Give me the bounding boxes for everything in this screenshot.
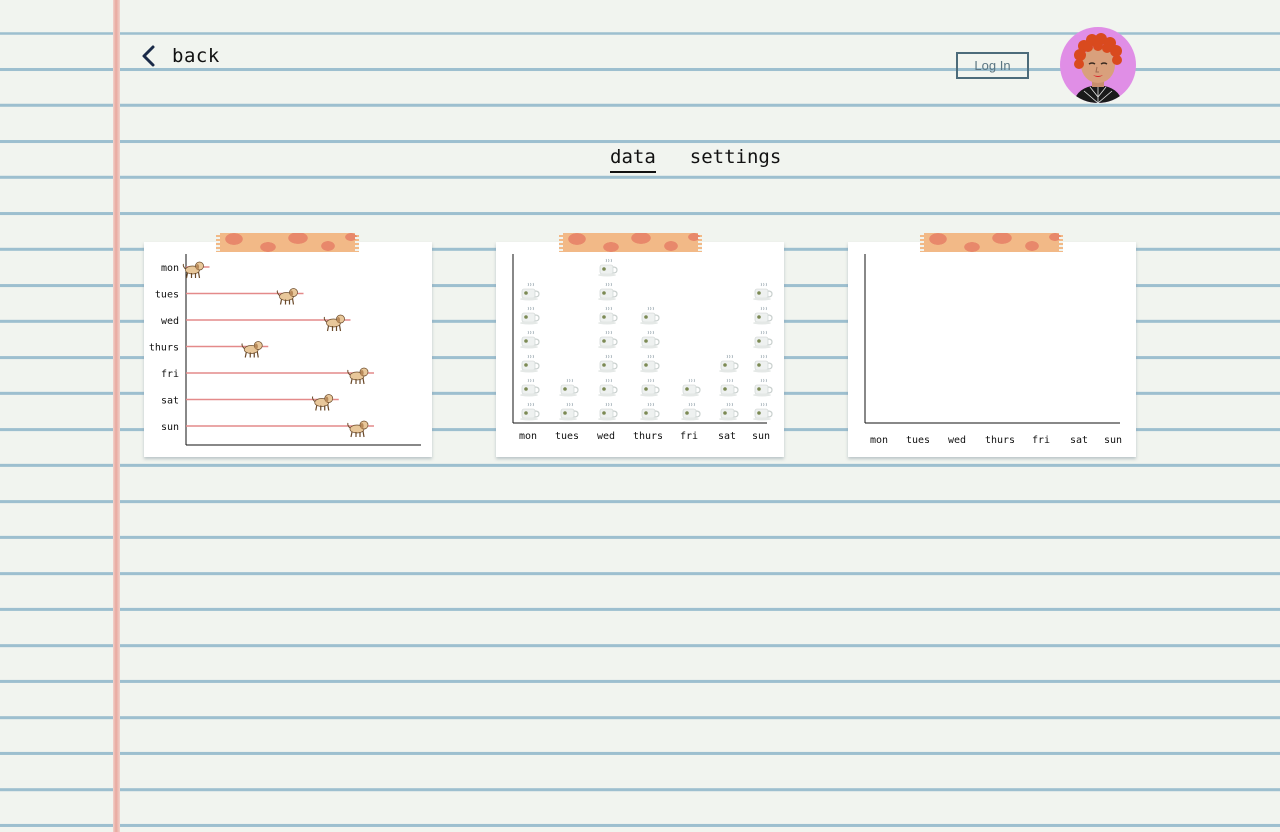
coffee-cup-icon (559, 402, 579, 421)
empty-chart: mon tues wed thurs fri sat sun (864, 254, 1122, 446)
coffee-cup-icon (719, 354, 739, 373)
chevron-left-icon (142, 45, 155, 67)
tick-label-sat: sat (718, 431, 736, 442)
tick-label-thurs: thurs (633, 431, 663, 442)
tick-label-sun: sun (1104, 435, 1122, 446)
coffee-cup-icon (640, 378, 660, 397)
coffee-cup-icon (520, 330, 540, 349)
tick-label-fri: fri (680, 431, 698, 442)
coffee-cup-icon (753, 306, 773, 325)
user-avatar-icon (1060, 27, 1136, 103)
dog-icon (312, 394, 334, 411)
dog-walk-chart-card: mon tues wed thurs fri sat sun (144, 233, 432, 457)
tick-label-tues: tues (155, 290, 179, 301)
coffee-cup-icon (598, 402, 618, 421)
back-label: back (172, 45, 220, 67)
tick-label-wed: wed (161, 316, 179, 327)
coffee-chart: mon tues wed thurs fri sat sun (512, 254, 773, 442)
tick-label-thurs: thurs (149, 343, 179, 354)
coffee-cup-icon (598, 306, 618, 325)
coffee-cup-icon (598, 258, 618, 277)
coffee-cup-icon (681, 378, 701, 397)
coffee-cup-icon (559, 378, 579, 397)
dog-icon (323, 314, 345, 332)
coffee-cup-icon (640, 330, 660, 349)
tick-label-sat: sat (161, 396, 179, 407)
coffee-cup-icon (640, 354, 660, 373)
tick-label-mon: mon (870, 435, 888, 446)
coffee-cup-icon (598, 378, 618, 397)
coffee-cup-icon (520, 378, 540, 397)
coffee-cup-icon (640, 402, 660, 421)
tick-label-sun: sun (161, 422, 179, 433)
login-button[interactable]: Log In (956, 52, 1029, 79)
tab-data[interactable]: data (610, 146, 656, 173)
coffee-cup-icon (719, 402, 739, 421)
dog-icon (241, 341, 263, 358)
dog-icon (276, 288, 298, 305)
coffee-cup-icon (681, 402, 701, 421)
dog-walk-chart: mon tues wed thurs fri sat sun (149, 254, 421, 446)
coffee-cup-icon (753, 330, 773, 349)
tick-label-fri: fri (1032, 435, 1050, 446)
dog-icon (347, 420, 369, 438)
coffee-cup-icon (520, 354, 540, 373)
coffee-cup-icon (753, 378, 773, 397)
coffee-cup-icon (520, 402, 540, 421)
tick-label-tues: tues (555, 431, 579, 442)
tick-label-wed: wed (948, 435, 966, 446)
empty-chart-card: mon tues wed thurs fri sat sun (848, 233, 1136, 457)
tick-label-fri: fri (161, 369, 179, 380)
dog-icon (347, 367, 369, 385)
coffee-cup-icon (719, 378, 739, 397)
coffee-cup-icon (753, 402, 773, 421)
coffee-cup-icon (598, 282, 618, 301)
tick-label-tues: tues (906, 435, 930, 446)
coffee-chart-card: mon tues wed thurs fri sat sun (496, 233, 784, 457)
coffee-cup-icon (753, 354, 773, 373)
coffee-cup-icon (753, 282, 773, 301)
notebook-margin-line (113, 0, 120, 832)
tick-label-mon: mon (519, 431, 537, 442)
tick-label-thurs: thurs (985, 435, 1015, 446)
coffee-cup-icon (598, 330, 618, 349)
coffee-cup-icon (520, 306, 540, 325)
tick-label-mon: mon (161, 263, 179, 274)
tick-label-sun: sun (752, 431, 770, 442)
tick-label-wed: wed (597, 431, 615, 442)
coffee-cup-icon (520, 282, 540, 301)
coffee-cup-icon (598, 354, 618, 373)
tick-label-sat: sat (1070, 435, 1088, 446)
back-button[interactable]: back (140, 44, 220, 68)
avatar[interactable] (1060, 27, 1136, 103)
coffee-cup-icon (640, 306, 660, 325)
tab-bar: data settings (610, 146, 781, 173)
tab-settings[interactable]: settings (690, 146, 782, 173)
